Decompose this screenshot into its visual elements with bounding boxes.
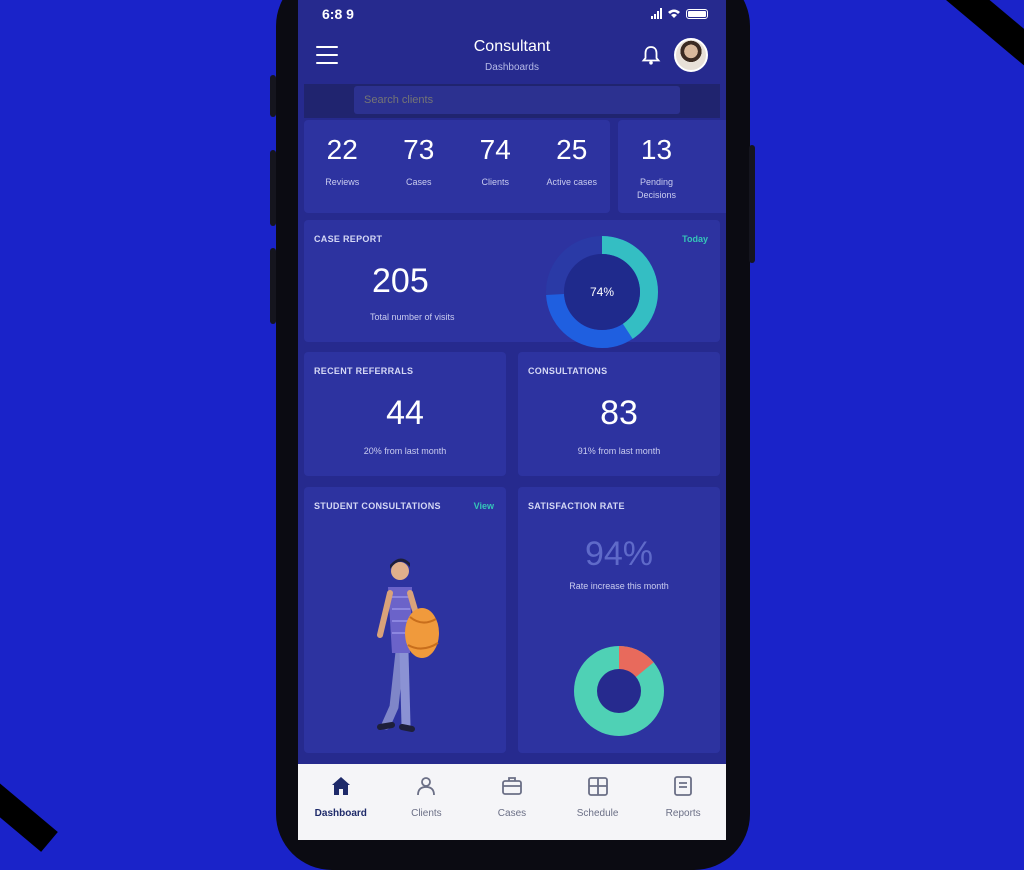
search-bar	[304, 84, 720, 118]
satisfaction-card-value: 94%	[584, 535, 654, 573]
nav-item-reports[interactable]: Reports	[640, 764, 726, 840]
calendar-icon	[587, 777, 608, 796]
stat-item[interactable]: 13 Pending Decisions	[618, 120, 695, 213]
cases-card[interactable]: Case Report Today 205 Total number of vi…	[304, 220, 720, 348]
stat-value: 74	[479, 134, 511, 165]
nav-item-clients[interactable]: Clients	[384, 764, 470, 840]
student-card-tag[interactable]: View	[474, 501, 494, 511]
satisfaction-card[interactable]: Satisfaction Rate 94% Rate increase this…	[518, 487, 720, 753]
phone-power-button	[749, 145, 755, 263]
nav-label: Dashboard	[314, 808, 367, 819]
avatar[interactable]	[674, 38, 708, 72]
search-input[interactable]	[354, 86, 680, 114]
stat-label: Reviews	[325, 177, 360, 187]
stats-card-overflow: 13 Pending Decisions	[618, 120, 726, 213]
satisfaction-card-caption: Rate increase this month	[569, 581, 669, 591]
cases-card-title: Case Report	[314, 234, 383, 244]
nav-label: Reports	[665, 808, 701, 819]
stat-value: 13	[640, 134, 673, 165]
consultations-card-title: Consultations	[528, 366, 608, 376]
status-bar: 6:8 9	[298, 0, 726, 28]
briefcase-icon	[502, 777, 522, 795]
reports-icon	[674, 776, 693, 796]
cases-donut-chart: 74%	[546, 236, 658, 348]
status-time: 6:8 9	[322, 6, 354, 22]
stat-label: Pending Decisions	[636, 177, 676, 200]
stat-item[interactable]: 22 Reviews	[304, 120, 381, 213]
phone-side-button	[270, 150, 276, 226]
consultations-card-value: 83	[600, 394, 638, 432]
referrals-card[interactable]: Recent Referrals 44 20% from last month	[304, 352, 506, 476]
clients-icon	[417, 777, 436, 796]
cases-card-tag[interactable]: Today	[682, 234, 708, 244]
student-illustration	[377, 558, 439, 732]
phone-side-button	[270, 248, 276, 324]
phone-side-button	[270, 75, 276, 117]
stat-label: Cases	[405, 177, 432, 187]
stat-value: 25	[556, 134, 588, 165]
referrals-card-value: 44	[386, 394, 424, 432]
phone-screen: 6:8 9 Consultant Dashboards 22 Reviews	[298, 0, 726, 840]
donut-label: 74%	[590, 285, 614, 299]
signal-icon	[651, 8, 662, 19]
stat-item[interactable]: 73 Cases	[381, 120, 458, 213]
consultations-card-caption: 91% from last month	[577, 446, 661, 456]
satisfaction-pie-chart	[574, 646, 664, 736]
cases-card-value: 205	[372, 262, 429, 300]
nav-item-schedule[interactable]: Schedule	[555, 764, 641, 840]
battery-icon	[686, 8, 708, 19]
stat-item[interactable]: 74 Clients	[457, 120, 534, 213]
nav-label: Clients	[411, 808, 442, 819]
student-card[interactable]: Student Consultations View	[304, 487, 506, 753]
status-icons	[651, 8, 708, 19]
pie-hole	[597, 669, 641, 713]
background-corner-shape	[939, 0, 1024, 72]
wifi-icon	[668, 9, 680, 18]
satisfaction-card-title: Satisfaction Rate	[528, 501, 625, 511]
consultations-card[interactable]: Consultations 83 91% from last month	[518, 352, 720, 476]
app-bar: Consultant Dashboards	[298, 28, 726, 84]
nav-label: Schedule	[576, 808, 619, 819]
bell-icon[interactable]	[640, 44, 662, 66]
nav-label: Cases	[497, 808, 527, 819]
nav-item-dashboard[interactable]: Dashboard	[298, 764, 384, 840]
home-icon	[331, 777, 350, 795]
nav-item-cases[interactable]: Cases	[469, 764, 555, 840]
referrals-card-caption: 20% from last month	[363, 446, 447, 456]
stat-item[interactable]: 25 Active cases	[534, 120, 611, 213]
stat-label: Active cases	[546, 177, 598, 187]
stat-value: 22	[326, 134, 358, 165]
stat-value: 73	[403, 134, 435, 165]
stats-card: 22 Reviews 73 Cases 74 Clients 25 Active…	[304, 120, 610, 213]
student-card-title: Student Consultations	[314, 501, 441, 511]
bottom-nav: Dashboard Clients Cases Schedule Reports	[298, 764, 726, 840]
cases-card-caption: Total number of visits	[370, 312, 455, 322]
referrals-card-title: Recent Referrals	[314, 366, 414, 376]
background-corner-shape	[0, 774, 58, 852]
stat-label: Clients	[481, 177, 509, 187]
